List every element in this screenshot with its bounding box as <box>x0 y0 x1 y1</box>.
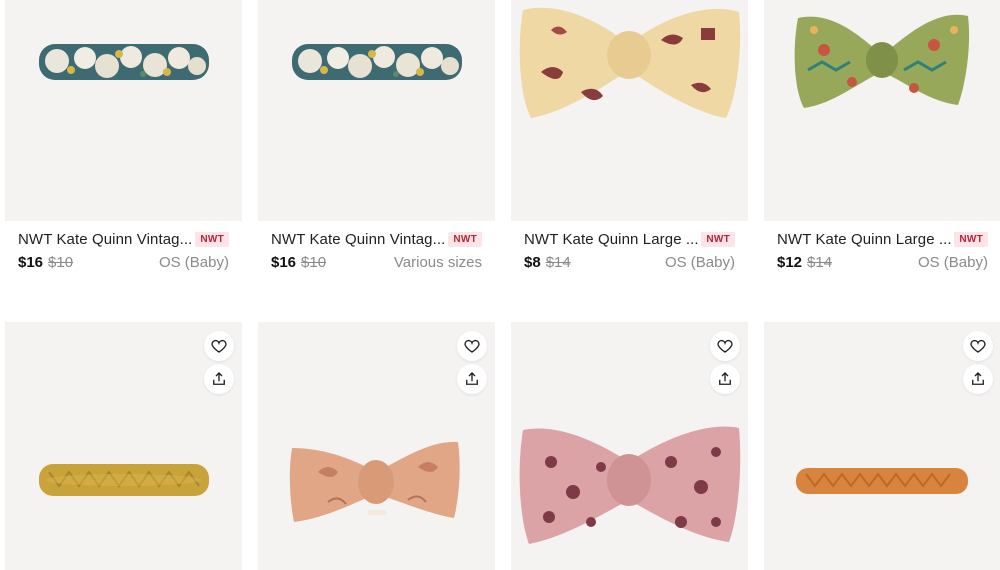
listing-size: OS (Baby) <box>664 254 735 271</box>
original-price: $10 <box>48 254 74 271</box>
share-icon <box>466 372 478 385</box>
share-button[interactable] <box>457 364 487 394</box>
listing-card[interactable]: NWT Kate Quinn Vintag... NWT $16 $10 Var… <box>258 0 495 271</box>
heart-icon <box>970 339 986 353</box>
blue-floral-braided-headband-image <box>39 44 209 80</box>
like-button[interactable] <box>457 331 487 361</box>
nwt-badge: NWT <box>448 231 482 247</box>
listing-card[interactable]: NWT Kate Quinn Vintag... NWT $16 $10 OS … <box>5 0 242 271</box>
like-button[interactable] <box>963 331 993 361</box>
listing-image[interactable] <box>764 0 1000 221</box>
listing-card[interactable]: NWT Kate Quinn Large ... NWT $8 $14 OS (… <box>511 0 748 271</box>
share-button[interactable] <box>710 364 740 394</box>
like-button[interactable] <box>710 331 740 361</box>
share-icon <box>972 372 984 385</box>
listing-price: $8 <box>524 254 541 271</box>
listing-image[interactable] <box>258 0 495 221</box>
listing-image[interactable] <box>5 322 242 570</box>
peach-knot-headband-image <box>289 441 460 522</box>
listing-image[interactable] <box>258 322 495 570</box>
heart-icon <box>717 339 733 353</box>
like-button[interactable] <box>204 331 234 361</box>
share-icon <box>719 372 731 385</box>
orange-braided-headband-image <box>796 468 968 494</box>
share-icon <box>213 372 225 385</box>
listing-size: OS (Baby) <box>917 254 988 271</box>
listing-title[interactable]: NWT Kate Quinn Large ... <box>777 231 952 248</box>
listing-title[interactable]: NWT Kate Quinn Vintag... <box>271 231 445 248</box>
listing-card[interactable] <box>258 322 495 570</box>
original-price: $14 <box>545 254 571 271</box>
nwt-badge: NWT <box>701 231 735 247</box>
cream-maroon-bow-headband-image <box>519 7 741 118</box>
listing-price: $12 <box>777 254 803 271</box>
mustard-braided-headband-image <box>39 464 209 496</box>
pink-damask-bow-headband-image <box>519 426 741 544</box>
listing-title[interactable]: NWT Kate Quinn Vintag... <box>18 231 192 248</box>
listing-size: OS (Baby) <box>158 254 229 271</box>
listing-price: $16 <box>271 254 297 271</box>
share-button[interactable] <box>963 364 993 394</box>
listing-card[interactable] <box>764 322 1000 570</box>
listing-image[interactable] <box>511 322 748 570</box>
original-price: $14 <box>807 254 833 271</box>
listing-card[interactable] <box>5 322 242 570</box>
heart-icon <box>211 339 227 353</box>
listing-price: $16 <box>18 254 44 271</box>
nwt-badge: NWT <box>954 231 988 247</box>
listing-card[interactable]: NWT Kate Quinn Large ... NWT $12 $14 OS … <box>764 0 1000 271</box>
listing-title[interactable]: NWT Kate Quinn Large ... <box>524 231 699 248</box>
listing-image[interactable] <box>5 0 242 221</box>
share-button[interactable] <box>204 364 234 394</box>
listing-grid: NWT Kate Quinn Vintag... NWT $16 $10 OS … <box>0 0 1000 570</box>
listing-image[interactable] <box>764 322 1000 570</box>
blue-floral-braided-headband-image <box>292 44 462 80</box>
listing-size: Various sizes <box>393 254 482 271</box>
green-floral-bow-headband-image <box>794 14 970 108</box>
listing-image[interactable] <box>511 0 748 221</box>
heart-icon <box>464 339 480 353</box>
nwt-badge: NWT <box>195 231 229 247</box>
listing-card[interactable] <box>511 322 748 570</box>
original-price: $10 <box>301 254 327 271</box>
